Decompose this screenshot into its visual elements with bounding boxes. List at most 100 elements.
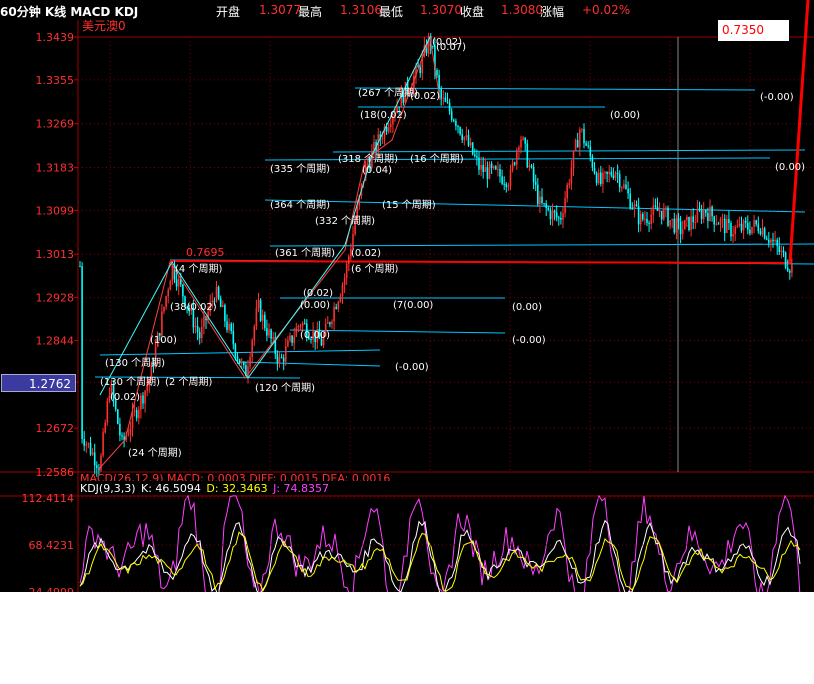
candle-body bbox=[507, 185, 510, 187]
candle-body bbox=[562, 213, 564, 220]
candle-body bbox=[381, 138, 384, 140]
candle-body bbox=[606, 171, 608, 175]
candle-body bbox=[497, 169, 499, 171]
candle-body bbox=[585, 143, 587, 146]
candle-body bbox=[331, 321, 333, 325]
candle-body bbox=[644, 218, 646, 220]
candle-body bbox=[480, 164, 482, 170]
candle-body bbox=[219, 298, 222, 307]
candle-body bbox=[293, 336, 295, 343]
candle-body bbox=[709, 206, 711, 221]
candle-body bbox=[516, 149, 518, 165]
candle-body bbox=[129, 428, 132, 435]
candle-body bbox=[488, 163, 491, 179]
cycle-label: (0.00) bbox=[300, 300, 330, 311]
candle-body bbox=[337, 301, 340, 309]
candle-body bbox=[663, 208, 665, 220]
candle-body bbox=[782, 250, 785, 253]
candle-body bbox=[453, 119, 455, 122]
candle-body bbox=[539, 196, 541, 205]
candle-body bbox=[444, 97, 447, 102]
candle-body bbox=[339, 296, 342, 302]
candle-body bbox=[270, 329, 272, 339]
candle-body bbox=[419, 67, 421, 74]
candle-body bbox=[681, 229, 684, 235]
candle-body bbox=[474, 154, 476, 157]
candle-body bbox=[291, 335, 293, 343]
candle-body bbox=[747, 222, 749, 230]
candle-body bbox=[203, 316, 205, 327]
candle-body bbox=[528, 165, 531, 168]
kdj-panel[interactable] bbox=[79, 494, 801, 592]
price-axis: 1.3439 1.3355 1.3269 1.3183 1.3099 1.3013 1.29… bbox=[36, 31, 78, 479]
candle-body bbox=[770, 239, 772, 243]
candle-body bbox=[492, 166, 495, 168]
candle-body bbox=[85, 443, 88, 446]
candle-body bbox=[511, 162, 514, 170]
candle-body bbox=[276, 353, 279, 363]
candle-body bbox=[390, 124, 392, 128]
candle-body bbox=[631, 208, 634, 210]
candle-body bbox=[467, 135, 470, 146]
candle-body bbox=[398, 106, 400, 108]
price-tick-label: 1.3013 bbox=[36, 248, 75, 261]
candle-body bbox=[791, 263, 793, 273]
candle-body bbox=[711, 206, 713, 217]
candle-body bbox=[196, 325, 199, 332]
candle-body bbox=[728, 219, 730, 224]
candle-body bbox=[690, 216, 692, 230]
candle-body bbox=[140, 395, 142, 410]
candle-body bbox=[597, 172, 600, 184]
candle-body bbox=[333, 307, 335, 322]
candle-body bbox=[167, 290, 169, 297]
candle-body bbox=[593, 167, 596, 174]
cycle-label: (15 个周期) bbox=[382, 199, 436, 211]
candle-body bbox=[518, 147, 520, 150]
candle-body bbox=[253, 326, 256, 341]
candle-body bbox=[457, 125, 459, 128]
candle-body bbox=[526, 143, 529, 168]
cycle-label: (120 个周期) bbox=[255, 382, 315, 394]
candle-body bbox=[303, 323, 306, 325]
candle-body bbox=[780, 250, 783, 252]
candle-body bbox=[591, 156, 594, 168]
chart-canvas[interactable]: 1.3439 1.3355 1.3269 1.3183 1.3099 1.3013 1.29… bbox=[0, 0, 814, 592]
candle-body bbox=[616, 172, 619, 175]
price-tick-label: 1.3099 bbox=[36, 204, 75, 217]
price-tick-label: 1.2586 bbox=[36, 466, 75, 479]
candle-body bbox=[482, 164, 484, 173]
candle-body bbox=[522, 137, 524, 140]
candle-body bbox=[646, 218, 648, 223]
candle-body bbox=[228, 323, 230, 330]
candle-body bbox=[442, 97, 445, 99]
candle-body bbox=[469, 142, 472, 146]
candle-body bbox=[566, 184, 568, 199]
candle-body bbox=[763, 228, 766, 239]
cycle-label: (364 个周期) bbox=[270, 199, 330, 211]
candle-body bbox=[715, 223, 718, 225]
candle-body bbox=[89, 443, 92, 455]
candle-body bbox=[671, 218, 673, 221]
candle-body bbox=[436, 70, 438, 75]
candle-body bbox=[486, 167, 489, 179]
price-tick-label: 1.3269 bbox=[36, 118, 75, 131]
candle-body bbox=[259, 300, 262, 321]
candle-body bbox=[719, 219, 722, 225]
cycle-label: (318 个周期) bbox=[338, 153, 398, 165]
candle-body bbox=[587, 145, 589, 147]
candle-body bbox=[201, 326, 203, 339]
candle-body bbox=[226, 321, 228, 330]
candle-body bbox=[194, 325, 197, 328]
candle-body bbox=[91, 452, 94, 455]
cycle-label: (0.00) bbox=[512, 302, 542, 313]
cycle-label: (0.02) bbox=[351, 248, 381, 259]
candle-body bbox=[251, 340, 253, 358]
cycle-label: (18(0.02) bbox=[360, 110, 407, 121]
kdj-readout: KDJ(9,3,3) K: 46.5094 D: 32.3463 J: 74.8… bbox=[80, 482, 331, 495]
price-input-box[interactable]: 0.7350 bbox=[718, 20, 789, 41]
candle-body bbox=[721, 218, 724, 220]
candle-body bbox=[534, 181, 537, 185]
candle-body bbox=[684, 220, 686, 230]
candle-body bbox=[608, 171, 610, 175]
cycle-label: (-0.00) bbox=[512, 335, 546, 346]
